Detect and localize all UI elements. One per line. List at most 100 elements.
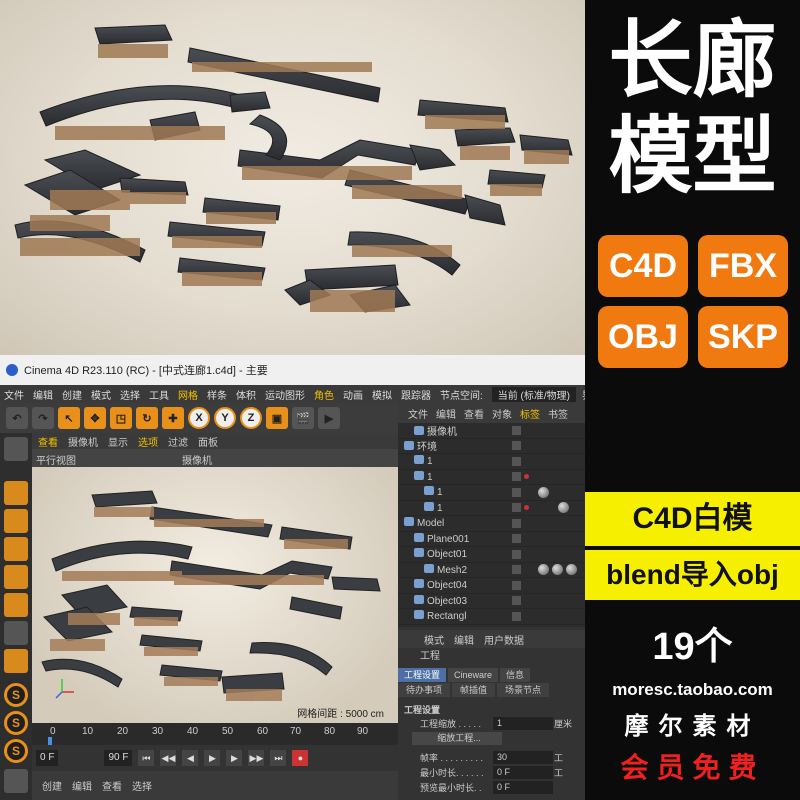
menu-file[interactable]: 文件 [4, 387, 24, 402]
menu-animate[interactable]: 动画 [343, 387, 363, 402]
object-row[interactable]: Mesh2 [398, 563, 585, 578]
object-row[interactable]: Rectangl [398, 609, 585, 625]
make-editable-icon[interactable] [4, 437, 28, 461]
attr-menu-mode[interactable]: 模式 [424, 632, 444, 647]
object-row[interactable]: Plane001 [398, 532, 585, 547]
vp-menu-options[interactable]: 选项 [138, 434, 158, 449]
scale-tool-icon[interactable]: ◳ [110, 407, 132, 429]
timeline-ruler[interactable]: 0 10 20 30 40 50 60 70 80 90 [32, 723, 398, 745]
material-tag-icon[interactable] [538, 564, 549, 576]
tab-scene-nodes[interactable]: 场景节点 [497, 683, 550, 697]
object-row[interactable]: 摄像机 [398, 423, 585, 439]
render-picture-viewer-icon[interactable]: ▶ [318, 407, 340, 429]
move-tool-icon[interactable]: ✥ [84, 407, 106, 429]
attr-value-field[interactable]: 0 F [493, 781, 553, 794]
menu-character[interactable]: 角色 [314, 387, 334, 402]
menu-mograph[interactable]: 运动图形 [265, 387, 305, 402]
menu-volume[interactable]: 体积 [236, 387, 256, 402]
object-row[interactable]: 1 [398, 454, 585, 470]
goto-start-icon[interactable]: ⏮ [138, 750, 155, 766]
om-menu-file[interactable]: 文件 [408, 406, 428, 421]
edge-mode-icon[interactable] [4, 565, 28, 589]
coordinate-system-icon[interactable]: ▣ [266, 407, 288, 429]
magnet-icon[interactable] [4, 769, 28, 793]
tab-project-settings[interactable]: 工程设置 [398, 668, 447, 682]
prev-key-icon[interactable]: ◀◀ [160, 750, 177, 766]
mat-menu-view[interactable]: 查看 [102, 778, 122, 793]
y-axis-lock-icon[interactable]: Y [214, 407, 236, 429]
end-frame-field[interactable]: 90 F [104, 750, 133, 766]
vp-menu-cameras[interactable]: 摄像机 [68, 434, 98, 449]
attr-value-field[interactable]: 30 [493, 751, 553, 764]
material-tag-icon[interactable] [538, 486, 549, 498]
vp-menu-display[interactable]: 显示 [108, 434, 128, 449]
next-frame-icon[interactable]: ▶ [226, 750, 243, 766]
3d-viewport[interactable] [32, 467, 398, 723]
node-space-select[interactable]: 当前 (标准/物理) [491, 386, 576, 402]
render-view-icon[interactable]: 🎬 [292, 407, 314, 429]
mat-menu-select[interactable]: 选择 [132, 778, 152, 793]
goto-end-icon[interactable]: ⏭ [270, 750, 287, 766]
attr-value-field[interactable]: 1 [493, 717, 553, 730]
axis-mode-icon[interactable] [4, 621, 28, 645]
vp-menu-view[interactable]: 查看 [38, 434, 58, 449]
viewport-camera-label[interactable]: 摄像机 [182, 452, 212, 467]
snap-icon[interactable]: S [4, 683, 28, 707]
rotate-tool-icon[interactable]: ↻ [136, 407, 158, 429]
object-row[interactable]: 环境 [398, 439, 585, 454]
last-tool-icon[interactable]: ✚ [162, 407, 184, 429]
material-tag-icon[interactable] [558, 502, 569, 514]
z-axis-lock-icon[interactable]: Z [240, 407, 262, 429]
menu-mesh[interactable]: 网格 [178, 387, 198, 402]
workplane-icon[interactable] [4, 649, 28, 673]
menu-edit[interactable]: 编辑 [33, 387, 53, 402]
tab-frame-interpolation[interactable]: 帧插值 [452, 683, 496, 697]
object-row[interactable]: Object04 [398, 578, 585, 594]
redo-icon[interactable]: ↷ [32, 407, 54, 429]
window-titlebar[interactable]: Cinema 4D R23.110 (RC) - [中式连廊1.c4d] - 主… [0, 355, 585, 385]
om-menu-bookmarks[interactable]: 书签 [548, 406, 568, 421]
snap-settings-icon[interactable]: S [4, 711, 28, 735]
mat-menu-edit[interactable]: 编辑 [72, 778, 92, 793]
point-mode-icon[interactable] [4, 537, 28, 561]
menu-spline[interactable]: 样条 [207, 387, 227, 402]
vp-menu-panel[interactable]: 面板 [198, 434, 218, 449]
attr-menu-userdata[interactable]: 用户数据 [484, 632, 524, 647]
attr-menu-edit[interactable]: 编辑 [454, 632, 474, 647]
material-tag-icon[interactable] [566, 564, 577, 576]
object-row[interactable]: 1 [398, 470, 585, 485]
model-mode-icon[interactable] [4, 481, 28, 505]
menu-mode[interactable]: 模式 [91, 387, 111, 402]
tab-todo[interactable]: 待办事项 [398, 683, 451, 697]
material-tag-icon[interactable] [552, 564, 563, 576]
undo-icon[interactable]: ↶ [6, 407, 28, 429]
object-row[interactable]: 1 [398, 485, 585, 501]
menu-tools[interactable]: 工具 [149, 387, 169, 402]
attr-unit[interactable]: 厘米 [554, 717, 572, 730]
tab-cineware[interactable]: Cineware [448, 668, 499, 682]
select-tool-icon[interactable]: ↖ [58, 407, 80, 429]
object-row[interactable]: Model [398, 516, 585, 532]
object-row[interactable]: Object01 [398, 547, 585, 563]
object-row[interactable]: 1 [398, 501, 585, 516]
x-axis-lock-icon[interactable]: X [188, 407, 210, 429]
om-menu-tags[interactable]: 标签 [520, 406, 540, 421]
record-icon[interactable]: ● [292, 750, 309, 766]
menu-simulate[interactable]: 模拟 [372, 387, 392, 402]
om-menu-object[interactable]: 对象 [492, 406, 512, 421]
mat-menu-create[interactable]: 创建 [42, 778, 62, 793]
start-frame-field[interactable]: 0 F [36, 750, 59, 766]
om-menu-view[interactable]: 查看 [464, 406, 484, 421]
attr-value-field[interactable]: 0 F [493, 766, 553, 779]
next-key-icon[interactable]: ▶▶ [248, 750, 265, 766]
menu-create[interactable]: 创建 [62, 387, 82, 402]
prev-frame-icon[interactable]: ◀ [182, 750, 199, 766]
vp-menu-filter[interactable]: 过滤 [168, 434, 188, 449]
play-icon[interactable]: ▶ [204, 750, 221, 766]
menu-select[interactable]: 选择 [120, 387, 140, 402]
om-menu-edit[interactable]: 编辑 [436, 406, 456, 421]
scale-project-button[interactable]: 缩放工程... [412, 732, 502, 745]
texture-mode-icon[interactable] [4, 509, 28, 533]
playhead[interactable] [48, 737, 52, 745]
layout-label[interactable]: 界面 [582, 387, 585, 402]
